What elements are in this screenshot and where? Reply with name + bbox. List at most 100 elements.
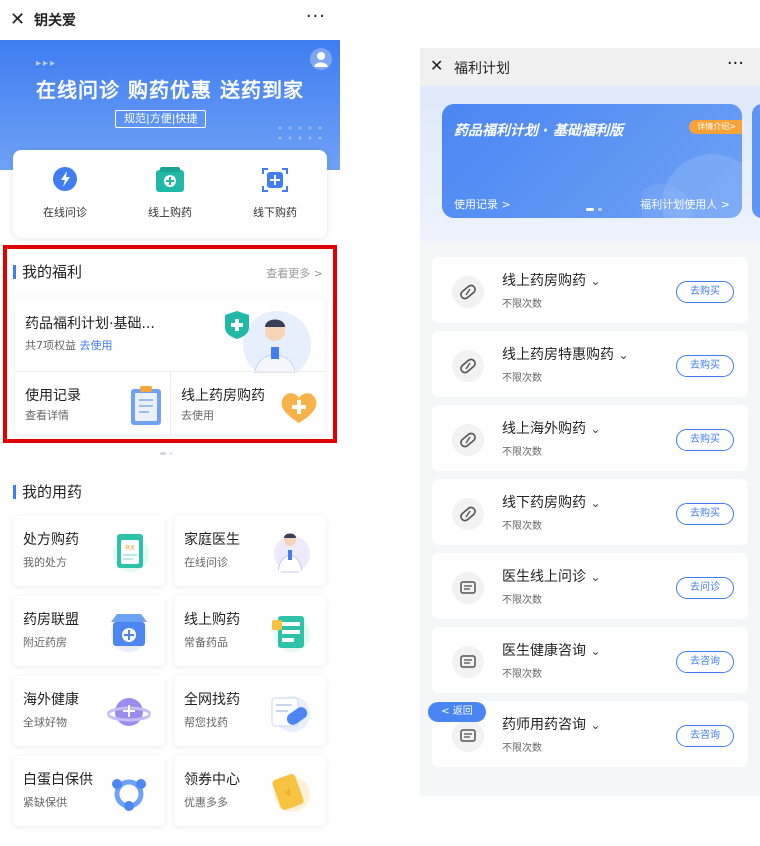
records-sub[interactable]: 查看详情 (25, 407, 69, 423)
banner-page-indicator (586, 208, 602, 211)
pill-capsule-icon (452, 498, 484, 530)
med-find-drug[interactable]: 全网找药 帮您找药 (174, 676, 326, 746)
med-overseas[interactable]: 海外健康 全球好物 (13, 676, 165, 746)
plan-benefits: 共7项权益 去使用 (25, 337, 113, 353)
medicine-list-icon (272, 616, 310, 652)
benefit-title: 线上药房特惠购药 ⌄ (502, 344, 629, 364)
chevron-down-icon[interactable]: ⌄ (590, 644, 600, 658)
benefit-sub: 不限次数 (502, 669, 542, 680)
quick-offline-buy[interactable]: 线下购药 (235, 166, 315, 220)
detail-tag[interactable]: 详情介绍> (689, 120, 742, 134)
chevron-down-icon[interactable]: ⌄ (590, 274, 600, 288)
more-icon[interactable]: ··· (727, 53, 744, 74)
prescription-icon: RX (113, 534, 149, 572)
plan-users-link[interactable]: 福利计划使用人 > (640, 196, 730, 212)
quick-online-consult[interactable]: 在线问诊 (25, 166, 105, 220)
user-icon[interactable] (310, 48, 332, 70)
benefit-item[interactable]: 医生健康咨询 ⌄ 不限次数 去咨询 (432, 627, 748, 693)
med-online-buy[interactable]: 线上购药 常备药品 (174, 596, 326, 666)
see-more-link[interactable]: 查看更多 > (266, 265, 323, 281)
benefit-title: 线下药房购药 ⌄ (502, 492, 601, 512)
planet-icon (107, 698, 151, 726)
benefit-title-text: 医生线上问诊 (502, 569, 586, 585)
quick-label: 线上购药 (148, 206, 192, 219)
online-pharmacy-title[interactable]: 线上药房购药 (181, 385, 265, 405)
hero-tagline: 规范|方便|快捷 (115, 110, 207, 128)
med-sub: 全球好物 (23, 716, 67, 729)
chevron-down-icon[interactable]: ⌄ (590, 496, 600, 510)
close-icon[interactable]: ✕ (10, 9, 25, 30)
chevron-down-icon[interactable]: ⌄ (618, 348, 628, 362)
med-title: 线上购药 (184, 612, 240, 628)
benefits-count: 共7项权益 (25, 339, 76, 352)
med-title: 领券中心 (184, 772, 240, 788)
app-title: 钥关爱 (34, 13, 76, 29)
action-button[interactable]: 去咨询 (676, 651, 734, 673)
chevron-down-icon[interactable]: ⌄ (590, 422, 600, 436)
benefit-sub: 不限次数 (502, 447, 542, 458)
med-family-doctor[interactable]: 家庭医生 在线问诊 (174, 516, 326, 586)
med-title: 药房联盟 (23, 612, 79, 628)
more-icon[interactable]: ··· (306, 6, 326, 27)
plan-banner[interactable]: 药品福利计划 · 基础福利版 详情介绍> 使用记录 > 福利计划使用人 > (442, 104, 742, 218)
benefit-item[interactable]: 线上药房购药 ⌄ 不限次数 去购买 (432, 257, 748, 323)
section-bar (13, 265, 16, 279)
med-sub: 优惠多多 (184, 796, 228, 809)
records-title[interactable]: 使用记录 (25, 385, 81, 405)
back-button[interactable]: < 返回 (428, 702, 486, 722)
med-coupon-center[interactable]: 领券中心 优惠多多 ¥ (174, 756, 326, 826)
use-link[interactable]: 去使用 (80, 339, 113, 352)
banner-area: 药品福利计划 · 基础福利版 详情介绍> 使用记录 > 福利计划使用人 > (420, 86, 760, 242)
med-prescription[interactable]: 处方购药 我的处方 RX (13, 516, 165, 586)
benefit-sub: 不限次数 (502, 743, 542, 754)
action-button[interactable]: 去咨询 (676, 725, 734, 747)
benefit-title-text: 医生健康咨询 (502, 643, 586, 659)
med-title: 海外健康 (23, 692, 79, 708)
chat-bubble-icon (452, 646, 484, 678)
quick-label: 线下购药 (253, 206, 297, 219)
scan-plus-icon (259, 166, 291, 194)
quick-label: 在线问诊 (43, 206, 87, 219)
benefit-item[interactable]: 线上药房特惠购药 ⌄ 不限次数 去购买 (432, 331, 748, 397)
action-button[interactable]: 去购买 (676, 429, 734, 451)
action-button[interactable]: 去购买 (676, 355, 734, 377)
med-pharmacy-alliance[interactable]: 药房联盟 附近药房 (13, 596, 165, 666)
benefit-sub: 不限次数 (502, 373, 542, 384)
med-albumin[interactable]: 白蛋白保供 紧缺保供 (13, 756, 165, 826)
action-button[interactable]: 去购买 (676, 503, 734, 525)
close-icon[interactable]: ✕ (430, 56, 443, 75)
medication-title-text: 我的用药 (22, 483, 83, 501)
benefit-title-text: 线上药房特惠购药 (502, 347, 614, 363)
benefit-title: 医生健康咨询 ⌄ (502, 640, 601, 660)
action-button[interactable]: 去问诊 (676, 577, 734, 599)
clipboard-icon (131, 386, 161, 425)
online-pharmacy-sub[interactable]: 去使用 (181, 407, 214, 423)
next-banner-peek[interactable] (752, 104, 760, 218)
plan-name: 药品福利计划·基础... (25, 316, 155, 332)
welfare-plan-card[interactable]: 药品福利计划·基础... 共7项权益 去使用 使用记录 查看详情 线上药房购药 … (15, 297, 325, 435)
pharmacy-icon (111, 614, 147, 652)
chevron-down-icon[interactable]: ⌄ (590, 718, 600, 732)
benefit-item[interactable]: 线下药房购药 ⌄ 不限次数 去购买 (432, 479, 748, 545)
benefit-title-text: 线上海外购药 (502, 421, 586, 437)
med-sub: 在线问诊 (184, 556, 228, 569)
my-welfare-section: 我的福利 查看更多 > 药品福利计划·基础... 共7项权益 去使用 使用记录 … (3, 245, 337, 443)
chevron-down-icon[interactable]: ⌄ (590, 570, 600, 584)
usage-records-link[interactable]: 使用记录 > (454, 196, 511, 212)
quick-online-buy[interactable]: 线上购药 (130, 166, 210, 220)
decor-arrows-icon: ▸▸▸ (36, 58, 58, 69)
benefit-item[interactable]: 医生线上问诊 ⌄ 不限次数 去问诊 (432, 553, 748, 619)
benefit-sub: 不限次数 (502, 299, 542, 310)
welfare-title-text: 我的福利 (22, 263, 83, 281)
benefit-item[interactable]: 线上海外购药 ⌄ 不限次数 去购买 (432, 405, 748, 471)
med-title: 处方购药 (23, 532, 79, 548)
medication-title: 我的用药 (13, 481, 82, 502)
med-title: 全网找药 (184, 692, 240, 708)
section-bar (13, 485, 16, 499)
welfare-title: 我的福利 (13, 261, 82, 282)
med-sub: 常备药品 (184, 636, 228, 649)
action-button[interactable]: 去购买 (676, 281, 734, 303)
network-icon (112, 779, 146, 811)
top-bar: ✕ 福利计划 ··· (420, 48, 760, 86)
home-screen: ✕ 钥关爱 ··· ▸▸▸ 在线问诊 购药优惠 送药到家 规范|方便|快捷 在线… (0, 0, 340, 846)
